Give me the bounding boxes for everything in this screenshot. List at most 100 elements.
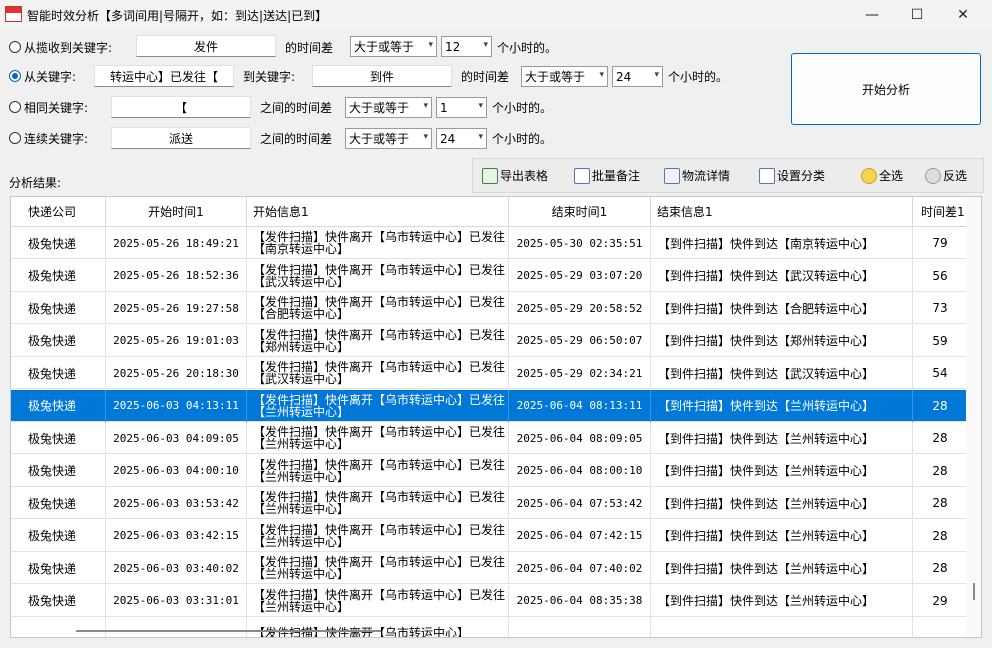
column-header-company[interactable]: 快递公司 <box>11 197 106 227</box>
hours-select-2[interactable]: 24 ▾ <box>612 66 663 87</box>
label-same-keyword: 相同关键字: <box>24 101 89 115</box>
chevron-down-icon: ▾ <box>423 101 428 111</box>
to-keyword-label: 到关键字: <box>243 70 296 84</box>
batch-note-button[interactable]: 批量备注 <box>574 167 640 184</box>
cell-end-time: 2025-05-30 02:35:51 <box>509 227 651 259</box>
cell-end-time: 2025-06-04 08:35:38 <box>509 584 651 617</box>
keyword-input-1[interactable]: 发件 <box>136 35 276 57</box>
table-row[interactable]: 极兔快递 2025-06-03 03:53:42 【发件扫描】快件离开【乌市转运中心… <box>11 487 967 519</box>
operator-select-1[interactable]: 大于或等于 ▾ <box>350 36 437 57</box>
cell-start-time: 2025-06-03 03:42:15 <box>106 519 247 552</box>
cell-start-info: 【发件扫描】快件离开【乌市转运中心】已发往【武汉转运中心】 <box>247 259 509 292</box>
logistics-detail-button[interactable]: 物流详情 <box>664 167 730 184</box>
cell-start-time: 2025-05-26 20:18:30 <box>106 357 247 389</box>
chevron-down-icon: ▾ <box>478 101 483 111</box>
column-header-end-time[interactable]: 结束时间1 <box>509 197 651 227</box>
hours-value: 1 <box>440 100 448 115</box>
cell-start-info: 【发件扫描】快件离开【乌市转运中心】已发往【合肥转运中心】 <box>247 292 509 324</box>
start-analysis-button[interactable]: 开始分析 <box>791 53 981 125</box>
table-row[interactable]: 极兔快递 2025-06-03 03:42:15 【发件扫描】快件离开【乌市转运中心… <box>11 519 967 552</box>
cell-start-time: 2025-06-03 03:40:02 <box>106 552 247 584</box>
close-button[interactable]: ✕ <box>940 0 986 30</box>
label-continuous-keyword: 连续关键字: <box>24 132 89 146</box>
table-row[interactable]: 【发件扫描】快件离开【乌市转运中心】 <box>11 617 967 637</box>
table-row[interactable]: 极兔快递 2025-05-26 18:52:36 【发件扫描】快件离开【乌市转运中心… <box>11 259 967 292</box>
cell-company: 极兔快递 <box>11 422 106 454</box>
set-category-label: 设置分类 <box>777 169 826 183</box>
cell-start-time: 2025-06-03 03:53:42 <box>106 487 247 519</box>
app-icon <box>5 6 22 22</box>
select-all-button[interactable]: 全选 <box>861 167 903 184</box>
diff-label-2: 的时间差 <box>461 70 510 84</box>
bulb-off-icon <box>925 167 941 184</box>
cell-company: 极兔快递 <box>11 389 106 422</box>
detail-icon <box>664 167 680 184</box>
results-toolbar: 导出表格 批量备注 物流详情 设置分类 全选 反选 <box>472 158 984 193</box>
cell-end-time <box>509 617 651 637</box>
hours-value: 12 <box>445 39 461 54</box>
table-row[interactable]: 极兔快递 2025-06-03 04:00:10 【发件扫描】快件离开【乌市转运中心… <box>11 454 967 487</box>
export-table-button[interactable]: 导出表格 <box>482 167 548 184</box>
unit-label-2: 个小时的。 <box>668 70 729 84</box>
cell-end-time: 2025-06-04 07:42:15 <box>509 519 651 552</box>
select-all-label: 全选 <box>879 169 904 183</box>
minimize-button[interactable]: — <box>849 0 895 30</box>
radio-collect-to-keyword[interactable] <box>9 41 21 53</box>
invert-selection-button[interactable]: 反选 <box>925 167 967 184</box>
table-row[interactable]: 极兔快递 2025-06-03 04:09:05 【发件扫描】快件离开【乌市转运中心… <box>11 422 967 454</box>
cell-start-time: 2025-06-03 04:00:10 <box>106 454 247 487</box>
vertical-scrollbar[interactable] <box>966 197 981 637</box>
radio-continuous-keyword[interactable] <box>9 132 21 144</box>
table-row[interactable]: 极兔快递 2025-05-26 19:27:58 【发件扫描】快件离开【乌市转运中心… <box>11 292 967 324</box>
table-row[interactable]: 极兔快递 2025-06-03 03:40:02 【发件扫描】快件离开【乌市转运中心… <box>11 552 967 584</box>
cell-end-time: 2025-05-29 20:58:52 <box>509 292 651 324</box>
results-table[interactable]: 快递公司 开始时间1 开始信息1 结束时间1 结束信息1 时间差1 极兔快递 20… <box>10 196 982 638</box>
cell-time-diff: 28 <box>932 463 948 478</box>
hours-select-1[interactable]: 12 ▾ <box>441 36 492 57</box>
excel-icon <box>482 167 498 184</box>
table-row[interactable]: 极兔快递 2025-06-03 03:31:01 【发件扫描】快件离开【乌市转运中心… <box>11 584 967 617</box>
column-header-start-info[interactable]: 开始信息1 <box>247 197 509 227</box>
set-category-button[interactable]: 设置分类 <box>759 167 825 184</box>
cell-start-info: 【发件扫描】快件离开【乌市转运中心】已发往【武汉转运中心】 <box>247 357 509 389</box>
cell-company: 极兔快递 <box>11 324 106 357</box>
radio-from-keyword[interactable] <box>9 70 21 82</box>
cell-end-info: 【到件扫描】快件到达【合肥转运中心】 <box>651 292 913 324</box>
hours-select-4[interactable]: 24 ▾ <box>436 128 487 149</box>
cell-start-info: 【发件扫描】快件离开【乌市转运中心】已发往【兰州转运中心】 <box>247 487 509 519</box>
cell-company <box>11 617 106 637</box>
table-row[interactable]: 极兔快递 2025-05-26 18:49:21 【发件扫描】快件离开【乌市转运中心… <box>11 227 967 259</box>
column-header-time-diff[interactable]: 时间差1 <box>913 197 967 227</box>
cell-end-info: 【到件扫描】快件到达【武汉转运中心】 <box>651 357 913 389</box>
operator-select-3[interactable]: 大于或等于 ▾ <box>345 97 432 118</box>
table-row-selected[interactable]: 极兔快递 2025-06-03 04:13:11 【发件扫描】快件离开【乌市转运中心… <box>11 389 967 422</box>
cell-time-diff: 28 <box>932 398 948 413</box>
operator-select-2[interactable]: 大于或等于 ▾ <box>521 66 608 87</box>
keyword-input-2[interactable]: 转运中心】已发往【 <box>94 65 234 87</box>
table-row[interactable]: 极兔快递 2025-05-26 19:01:03 【发件扫描】快件离开【乌市转运中心… <box>11 324 967 357</box>
keyword-input-3[interactable]: 【 <box>111 96 251 118</box>
keyword-input-4[interactable]: 派送 <box>111 127 251 149</box>
vertical-scroll-thumb[interactable] <box>973 583 975 600</box>
cell-company: 极兔快递 <box>11 552 106 584</box>
operator-select-4[interactable]: 大于或等于 ▾ <box>345 128 432 149</box>
cell-end-time: 2025-06-04 07:40:02 <box>509 552 651 584</box>
cell-time-diff: 56 <box>932 268 948 283</box>
radio-same-keyword[interactable] <box>9 101 21 113</box>
cell-time-diff: 79 <box>932 236 948 250</box>
column-header-end-info[interactable]: 结束信息1 <box>651 197 913 227</box>
keyword-input-2b[interactable]: 到件 <box>312 65 452 87</box>
cell-end-info: 【到件扫描】快件到达【郑州转运中心】 <box>651 324 913 357</box>
operator-value: 大于或等于 <box>354 40 415 54</box>
column-header-start-time[interactable]: 开始时间1 <box>106 197 247 227</box>
hours-value: 24 <box>616 69 632 84</box>
cell-end-info: 【到件扫描】快件到达【兰州转运中心】 <box>651 519 913 552</box>
chevron-down-icon: ▾ <box>599 70 604 80</box>
cell-company: 极兔快递 <box>11 519 106 552</box>
hours-select-3[interactable]: 1 ▾ <box>436 97 487 118</box>
table-row[interactable]: 极兔快递 2025-05-26 20:18:30 【发件扫描】快件离开【乌市转运中心… <box>11 357 967 389</box>
maximize-button[interactable]: ☐ <box>894 0 940 30</box>
cell-end-info: 【到件扫描】快件到达【兰州转运中心】 <box>651 454 913 487</box>
cell-start-info: 【发件扫描】快件离开【乌市转运中心】已发往【兰州转运中心】 <box>247 454 509 487</box>
horizontal-scroll-thumb[interactable] <box>76 630 381 632</box>
